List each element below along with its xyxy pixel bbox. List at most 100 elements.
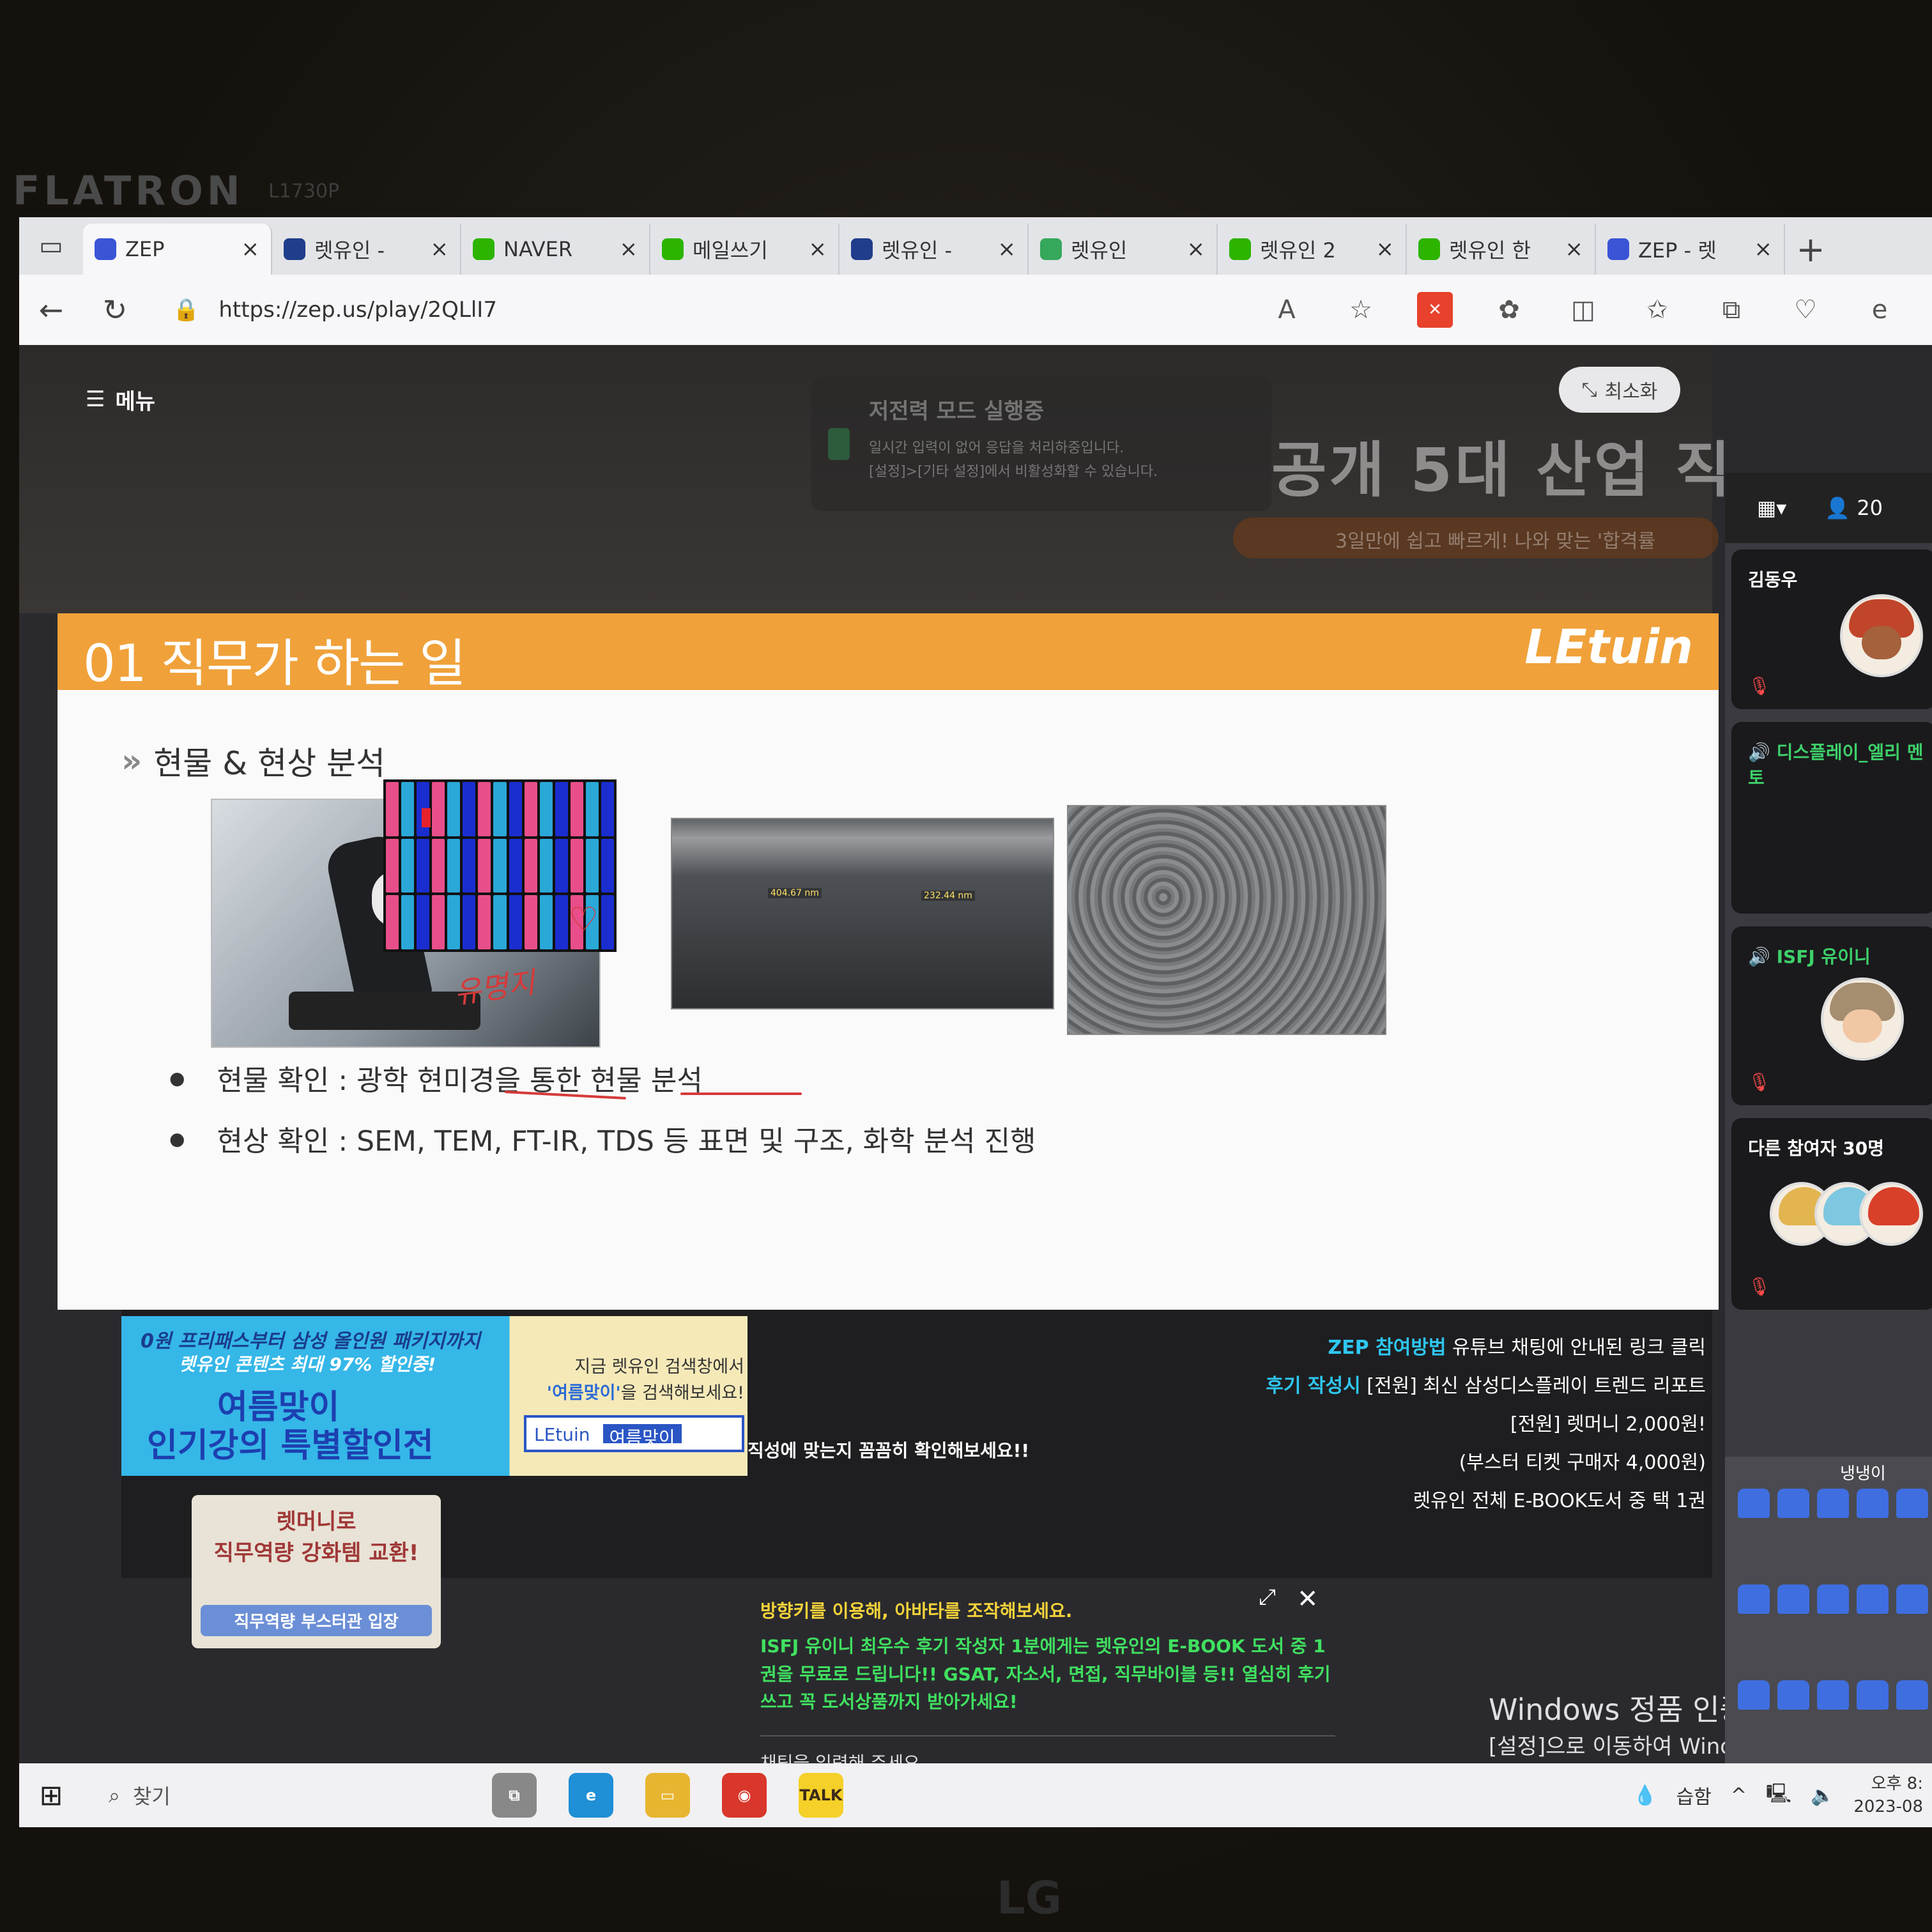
letuin-icon [284, 238, 305, 260]
layout-icon[interactable]: ▦▾ [1757, 496, 1786, 520]
bullet-item: ● 현상 확인 : SEM, TEM, FT-IR, TDS 등 표면 및 구조… [169, 1118, 1036, 1159]
browser-tab[interactable]: 렛유인 - × [839, 224, 1029, 275]
slide-title: 01 직무가 하는 일 [83, 634, 466, 693]
close-tab-icon[interactable]: × [809, 236, 827, 262]
subpixel [386, 838, 399, 893]
collections-icon[interactable]: ⧉ [1713, 292, 1749, 328]
handwritten-circle-icon: ♡ [569, 901, 599, 939]
browser-tab[interactable]: NAVER × [461, 224, 650, 275]
back-button[interactable]: ← [19, 293, 83, 327]
edge-icon[interactable]: e [1862, 292, 1897, 328]
menu-label: 메뉴 [115, 388, 156, 415]
letmoney-card[interactable]: 렛머니로 직무역량 강화템 교환! 직무역량 부스터관 입장 [192, 1495, 441, 1648]
windows-start-icon[interactable]: ⊞ [19, 1779, 83, 1812]
volume-icon[interactable]: 🔈 [1811, 1784, 1834, 1807]
browser-tab[interactable]: ZEP × [83, 224, 272, 275]
url-field[interactable]: 🔒 https://zep.us/play/2QLlI7 [172, 297, 1131, 323]
info-line5: 렛유인 전체 E-BOOK도서 중 택 1권 [1413, 1490, 1706, 1512]
participant-card[interactable]: 🔊 ISFJ 유이니 🎙 [1731, 926, 1932, 1105]
browser-tab[interactable]: ZEP - 렛 × [1596, 224, 1785, 275]
close-tab-icon[interactable]: × [620, 236, 638, 262]
seat-icon [1817, 1489, 1849, 1518]
tab-title: 렛유인 [1071, 238, 1128, 263]
close-tab-icon[interactable]: × [241, 236, 260, 262]
subpixel [478, 782, 491, 836]
tab-title: ZEP [125, 237, 165, 261]
bullet-text: 현상 확인 : SEM, TEM, FT-IR, TDS 등 표면 및 구조, … [217, 1125, 1036, 1158]
seat-icon [1777, 1584, 1809, 1614]
tab-title: NAVER [503, 237, 573, 261]
browser-tab[interactable]: 렛유인 × [1029, 224, 1218, 275]
letuin-icon [851, 238, 873, 260]
power-save-line1: 일시간 입력이 없어 응답을 처리하중입니다. [869, 440, 1124, 456]
section-title: 현물 & 현상 분석 [153, 745, 385, 782]
chrome-icon[interactable]: ◉ [722, 1773, 767, 1818]
favorites-icon[interactable]: ✩ [1639, 292, 1675, 328]
participants-button[interactable]: 👤 20 [1825, 496, 1883, 520]
minimize-label: 최소화 [1604, 381, 1658, 403]
browser-tab[interactable]: 렛유인 - × [272, 224, 461, 275]
browser-essentials-icon[interactable]: ♡ [1788, 292, 1823, 328]
edge-icon[interactable]: e [569, 1773, 613, 1818]
close-tab-icon[interactable]: × [998, 236, 1016, 262]
mic-off-icon: 🎙 [1748, 675, 1771, 696]
clock[interactable]: 오후 8: 2023-08 [1853, 1772, 1923, 1819]
double-chevron-icon: » [121, 742, 142, 779]
close-tab-icon[interactable]: × [1565, 236, 1584, 262]
slide-header: 01 직무가 하는 일 LEtuin [57, 613, 1719, 693]
menu-button[interactable]: ☰ 메뉴 [70, 377, 171, 422]
subpixel [432, 838, 445, 893]
promo-banner[interactable]: 0원 프리패스부터 삼성 올인원 패키지까지 렛유인 콘텐츠 최대 97% 할인… [121, 1316, 747, 1476]
participant-card[interactable]: 김동우 🎙 [1731, 549, 1932, 709]
promo-line1: 0원 프리패스부터 삼성 올인원 패키지까지 [141, 1330, 480, 1353]
subpixel [447, 838, 461, 893]
bullet-text: 현물 확인 : 광학 현미경을 통한 현물 분석 [217, 1064, 703, 1097]
others-card[interactable]: 다른 참여자 30명 🎙 [1731, 1118, 1932, 1310]
close-tab-icon[interactable]: × [431, 236, 449, 262]
weather-icon: 💧 [1633, 1784, 1657, 1807]
tab-actions-icon[interactable]: ▭ [19, 217, 83, 275]
minimize-button[interactable]: ⤡ 최소화 [1559, 367, 1680, 413]
task-view-icon[interactable]: ⧉ [492, 1773, 537, 1818]
file-explorer-icon[interactable]: ▭ [645, 1773, 690, 1818]
participant-card[interactable]: 🔊 디스플레이_엘리 멘토 [1731, 722, 1932, 914]
read-aloud-icon[interactable]: A [1269, 292, 1305, 328]
extension-red-icon[interactable]: ✕ [1417, 292, 1453, 328]
refresh-button[interactable]: ↻ [83, 293, 147, 327]
tray-chevron-icon[interactable]: ^ [1731, 1784, 1747, 1807]
browser-tab[interactable]: 메일쓰기 × [650, 224, 839, 275]
tab-title: 렛유인 한 [1449, 238, 1531, 263]
info-line2-highlight: 후기 작성시 [1266, 1375, 1361, 1397]
split-screen-icon[interactable]: ◫ [1565, 292, 1601, 328]
subpixel [493, 782, 507, 836]
browser-tab[interactable]: 렛유인 2 × [1218, 224, 1407, 275]
new-tab-button[interactable]: + [1785, 224, 1836, 275]
zep-icon [95, 238, 116, 260]
subpixel [417, 838, 430, 893]
tab-bar: ▭ ZEP × 렛유인 - × NAVER × 메일쓰기 × 렛유인 - × 렛유인 × 렛유인 2 × 렛… [19, 217, 1932, 275]
kakaotalk-icon[interactable]: TALK [799, 1773, 843, 1818]
collapse-icon: ⤡ [1581, 378, 1597, 401]
subpixel [509, 838, 522, 893]
subpixel [478, 895, 491, 949]
close-tab-icon[interactable]: × [1376, 236, 1395, 262]
mail-icon [662, 238, 684, 260]
sem-label-2: 232.44 nm [921, 891, 975, 901]
extensions-icon[interactable]: ✿ [1491, 292, 1527, 328]
banner-subtitle: 3일만에 쉽고 빠르게! 나와 맞는 '합격률 [1233, 518, 1719, 558]
participants-count: 20 [1857, 496, 1883, 520]
taskbar-search[interactable]: ⌕ 찾기 [83, 1773, 466, 1818]
chat-message: ISFJ 유이니 최우수 후기 작성자 1분에게는 렛유인의 E-BOOK 도서… [760, 1636, 1331, 1713]
monitor-maker: LG [997, 1872, 1062, 1924]
chat-panel: 방향키를 이용해, 아바타를 조작해보세요. ISFJ 유이니 최우수 후기 작… [760, 1597, 1335, 1763]
map-seats: 냉냉이 [1725, 1457, 1932, 1763]
participant-name: 🔊 ISFJ 유이니 [1748, 946, 1871, 967]
subpixel [386, 895, 399, 949]
chat-input[interactable]: 채팅을 입력해 주세요 [760, 1735, 1335, 1763]
network-icon[interactable]: 🖳 [1766, 1779, 1791, 1812]
power-save-toast: 저전력 모드 실행중 일시간 입력이 없어 응답을 처리하중입니다. [설정]>… [811, 377, 1271, 511]
browser-tab[interactable]: 렛유인 한 × [1407, 224, 1596, 275]
close-tab-icon[interactable]: × [1187, 236, 1206, 262]
favorite-star-icon[interactable]: ☆ [1343, 292, 1379, 328]
close-tab-icon[interactable]: × [1754, 236, 1773, 262]
